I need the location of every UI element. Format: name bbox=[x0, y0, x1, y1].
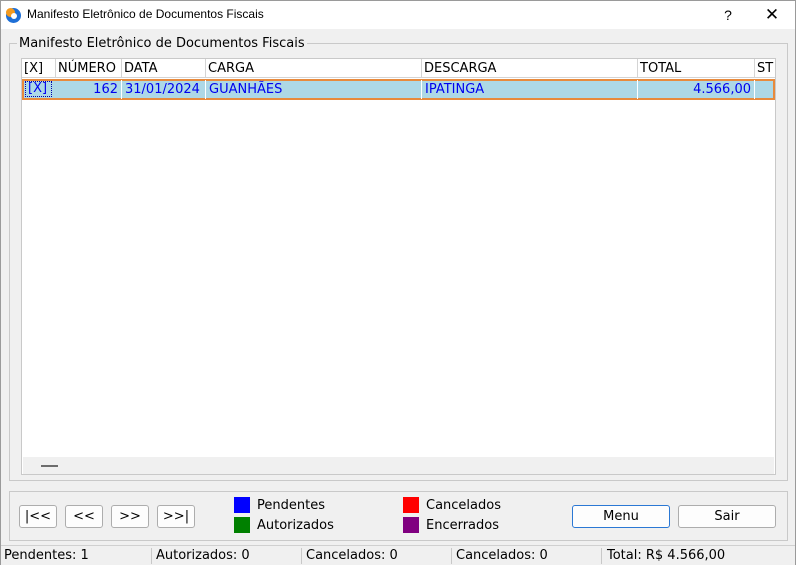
status-separator bbox=[151, 548, 152, 564]
status-separator bbox=[601, 548, 602, 564]
status-separator bbox=[451, 548, 452, 564]
help-button[interactable]: ? bbox=[708, 1, 748, 29]
previous-record-button[interactable]: << bbox=[65, 505, 103, 528]
close-button[interactable]: ✕ bbox=[752, 1, 792, 29]
legend-label-pendentes: Pendentes bbox=[257, 497, 325, 513]
window-title: Manifesto Eletrônico de Documentos Fisca… bbox=[27, 7, 264, 21]
status-total: Total: R$ 4.566,00 bbox=[607, 548, 726, 563]
legend-pendentes: Pendentes bbox=[234, 497, 325, 513]
legend-label-cancelados: Cancelados bbox=[426, 497, 501, 513]
carga-cell: GUANHÃES bbox=[206, 80, 422, 99]
descarga-cell: IPATINGA bbox=[422, 80, 638, 99]
main-window: Manifesto Eletrônico de Documentos Fisca… bbox=[0, 0, 796, 565]
column-header-numero[interactable]: NÚMERO bbox=[56, 59, 122, 78]
row-check-cell[interactable]: [X] bbox=[25, 81, 52, 97]
manifest-grid[interactable]: [X] NÚMERO DATA CARGA DESCARGA TOTAL ST … bbox=[21, 58, 776, 475]
status-pendentes: Pendentes: 1 bbox=[4, 548, 89, 563]
legend-label-autorizados: Autorizados bbox=[257, 517, 334, 533]
legend-swatch-pendentes bbox=[234, 497, 250, 513]
total-cell: 4.566,00 bbox=[638, 80, 755, 99]
grid-header: [X] NÚMERO DATA CARGA DESCARGA TOTAL ST bbox=[22, 59, 775, 78]
group-title: Manifesto Eletrônico de Documentos Fisca… bbox=[17, 36, 307, 51]
app-logo-icon bbox=[6, 8, 21, 23]
status-cancelados-2: Cancelados: 0 bbox=[456, 548, 548, 563]
column-header-carga[interactable]: CARGA bbox=[206, 59, 422, 78]
column-header-descarga[interactable]: DESCARGA bbox=[422, 59, 638, 78]
legend-label-encerrados: Encerrados bbox=[426, 517, 500, 533]
column-header-data[interactable]: DATA bbox=[122, 59, 206, 78]
table-row[interactable]: [X] 162 31/01/2024 GUANHÃES IPATINGA 4.5… bbox=[22, 79, 775, 100]
status-cancelados: Cancelados: 0 bbox=[306, 548, 398, 563]
numero-cell: 162 bbox=[56, 80, 122, 99]
status-bar: Pendentes: 1 Autorizados: 0 Cancelados: … bbox=[1, 545, 795, 565]
legend-autorizados: Autorizados bbox=[234, 517, 334, 533]
legend-encerrados: Encerrados bbox=[403, 517, 499, 533]
last-record-button[interactable]: >>| bbox=[157, 505, 195, 528]
legend-cancelados: Cancelados bbox=[403, 497, 501, 513]
legend-swatch-encerrados bbox=[403, 517, 419, 533]
menu-button[interactable]: Menu bbox=[572, 505, 670, 528]
st-cell bbox=[755, 80, 773, 99]
status-separator bbox=[301, 548, 302, 564]
legend-swatch-autorizados bbox=[234, 517, 250, 533]
first-record-button[interactable]: |<< bbox=[19, 505, 57, 528]
data-cell: 31/01/2024 bbox=[122, 80, 206, 99]
next-record-button[interactable]: >> bbox=[111, 505, 149, 528]
legend-swatch-cancelados bbox=[403, 497, 419, 513]
column-header-total[interactable]: TOTAL bbox=[638, 59, 755, 78]
exit-button[interactable]: Sair bbox=[678, 505, 776, 528]
horizontal-scrollbar[interactable] bbox=[23, 457, 774, 474]
status-autorizados: Autorizados: 0 bbox=[156, 548, 250, 563]
column-header-st[interactable]: ST bbox=[755, 59, 775, 78]
scrollbar-thumb[interactable] bbox=[41, 465, 58, 467]
title-bar: Manifesto Eletrônico de Documentos Fisca… bbox=[1, 1, 795, 29]
column-header-check[interactable]: [X] bbox=[22, 59, 56, 78]
